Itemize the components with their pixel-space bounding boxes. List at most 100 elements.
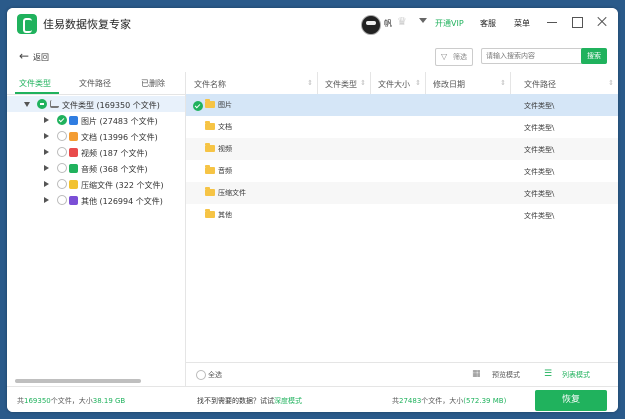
tree-item-label: 文档 (13996 个文件): [81, 133, 158, 142]
row-path: 文件类型\: [524, 146, 555, 154]
deep-mode-hint: 找不到需要的数据？试试深度模式: [197, 397, 302, 405]
view-tabs: 文件类型 文件路径 已删除: [7, 72, 185, 95]
tree-item-checkbox[interactable]: [57, 115, 67, 125]
sort-icon: ⇕: [415, 79, 421, 87]
tab-file-type[interactable]: 文件类型: [19, 78, 51, 89]
search-input[interactable]: [481, 48, 587, 64]
tree-item-checkbox[interactable]: [57, 131, 67, 141]
status-footer: 共169350个文件，大小38.19 GB 找不到需要的数据？试试深度模式 共2…: [7, 386, 618, 412]
tree-item-label: 图片 (27483 个文件): [81, 117, 158, 126]
title-bar: 佳易数据恢复专家 帆 ♛ 开通VIP 客服 菜单: [7, 8, 618, 40]
expand-icon[interactable]: [44, 197, 49, 203]
filter-label: 筛选: [453, 53, 467, 61]
search-button[interactable]: 搜索: [581, 48, 607, 64]
tree-item-image[interactable]: 图片 (27483 个文件): [7, 112, 185, 128]
tree-item-label: 其他 (126994 个文件): [81, 197, 163, 206]
drive-icon: [50, 100, 59, 108]
tree-root[interactable]: 文件类型 (169350 个文件): [7, 96, 185, 112]
tree-item-checkbox[interactable]: [57, 163, 67, 173]
list-mode-button[interactable]: 列表模式: [562, 370, 590, 380]
app-logo-icon: [17, 14, 37, 34]
table-row[interactable]: 图片 文件类型\: [186, 94, 618, 116]
archive-icon: [69, 180, 78, 189]
select-all-label[interactable]: 全选: [208, 370, 222, 380]
back-button[interactable]: 返回: [33, 52, 49, 63]
tree-item-label: 压缩文件 (322 个文件): [81, 181, 164, 190]
folder-icon: [205, 187, 215, 196]
expand-icon[interactable]: [44, 149, 49, 155]
preview-mode-button[interactable]: 预览模式: [492, 370, 520, 380]
app-window: 佳易数据恢复专家 帆 ♛ 开通VIP 客服 菜单 ← 返回 ▽ 筛选 搜索 文件…: [7, 8, 618, 412]
sort-icon: ⇕: [307, 79, 313, 87]
image-icon: [69, 116, 78, 125]
expand-icon[interactable]: [44, 117, 49, 123]
row-name: 压缩文件: [218, 189, 246, 197]
expand-icon[interactable]: [44, 165, 49, 171]
close-icon[interactable]: [594, 14, 610, 30]
sort-icon: ⇕: [500, 79, 506, 87]
toolbar: ← 返回 ▽ 筛选 搜索: [7, 46, 618, 68]
expand-icon[interactable]: [24, 102, 30, 107]
tree-item-audio[interactable]: 音频 (368 个文件): [7, 160, 185, 176]
column-header-name[interactable]: 文件名称 ⇕: [186, 72, 318, 94]
tree-item-other[interactable]: 其他 (126994 个文件): [7, 192, 185, 208]
list-view-icon[interactable]: ☰: [544, 370, 553, 379]
audio-icon: [69, 164, 78, 173]
avatar[interactable]: [361, 15, 381, 35]
row-path: 文件类型\: [524, 212, 555, 220]
file-table: 文件名称 ⇕ 文件类型 ⇕ 文件大小 ⇕ 修改日期 ⇕ 文件路径 ⇕ 图片 文件…: [186, 72, 618, 387]
filter-icon: ▽: [441, 52, 448, 61]
row-name: 其他: [218, 211, 232, 219]
table-row[interactable]: 压缩文件 文件类型\: [186, 182, 618, 204]
vip-button[interactable]: 开通VIP: [435, 18, 464, 29]
table-row[interactable]: 其他 文件类型\: [186, 204, 618, 226]
tree-item-checkbox[interactable]: [57, 179, 67, 189]
tab-deleted[interactable]: 已删除: [141, 78, 165, 89]
tree-item-checkbox[interactable]: [57, 195, 67, 205]
column-header-size[interactable]: 文件大小 ⇕: [370, 72, 426, 94]
tree-item-archive[interactable]: 压缩文件 (322 个文件): [7, 176, 185, 192]
username[interactable]: 帆: [384, 18, 392, 29]
tree-root-checkbox[interactable]: [37, 99, 47, 109]
app-title: 佳易数据恢复专家: [43, 18, 131, 31]
table-row[interactable]: 视频 文件类型\: [186, 138, 618, 160]
crown-icon: ♛: [397, 15, 407, 28]
document-icon: [69, 132, 78, 141]
grid-view-icon[interactable]: ▦: [472, 370, 481, 379]
other-icon: [69, 196, 78, 205]
table-row[interactable]: 文档 文件类型\: [186, 116, 618, 138]
minimize-icon[interactable]: [544, 14, 560, 30]
row-path: 文件类型\: [524, 124, 555, 132]
select-all-checkbox[interactable]: [196, 370, 206, 380]
folder-icon: [205, 165, 215, 174]
recover-button[interactable]: 恢复: [535, 390, 607, 411]
maximize-icon[interactable]: [569, 14, 585, 30]
tree-item-video[interactable]: 视频 (187 个文件): [7, 144, 185, 160]
table-header: 文件名称 ⇕ 文件类型 ⇕ 文件大小 ⇕ 修改日期 ⇕ 文件路径 ⇕: [186, 72, 618, 95]
table-row[interactable]: 音频 文件类型\: [186, 160, 618, 182]
video-icon: [69, 148, 78, 157]
tree-item-label: 音频 (368 个文件): [81, 165, 148, 174]
tree-item-checkbox[interactable]: [57, 147, 67, 157]
back-arrow-icon[interactable]: ←: [19, 50, 29, 62]
expand-icon[interactable]: [44, 181, 49, 187]
tree-item-document[interactable]: 文档 (13996 个文件): [7, 128, 185, 144]
row-name: 音频: [218, 167, 232, 175]
expand-icon[interactable]: [44, 133, 49, 139]
row-checkbox[interactable]: [193, 101, 203, 111]
tab-file-path[interactable]: 文件路径: [79, 78, 111, 89]
folder-icon: [205, 143, 215, 152]
row-path: 文件类型\: [524, 168, 555, 176]
service-button[interactable]: 客服: [480, 18, 496, 29]
column-header-type[interactable]: 文件类型 ⇕: [317, 72, 371, 94]
column-header-date[interactable]: 修改日期 ⇕: [425, 72, 511, 94]
deep-mode-link[interactable]: 深度模式: [274, 397, 302, 405]
sort-icon: ⇕: [608, 79, 614, 87]
chevron-down-icon[interactable]: [419, 18, 427, 23]
total-summary: 共169350个文件，大小38.19 GB: [17, 397, 126, 405]
column-header-path[interactable]: 文件路径 ⇕: [510, 72, 618, 94]
filter-button[interactable]: ▽ 筛选: [435, 48, 473, 66]
tree-root-label: 文件类型 (169350 个文件): [62, 101, 160, 110]
menu-button[interactable]: 菜单: [514, 18, 530, 29]
horizontal-scrollbar[interactable]: [15, 379, 141, 383]
